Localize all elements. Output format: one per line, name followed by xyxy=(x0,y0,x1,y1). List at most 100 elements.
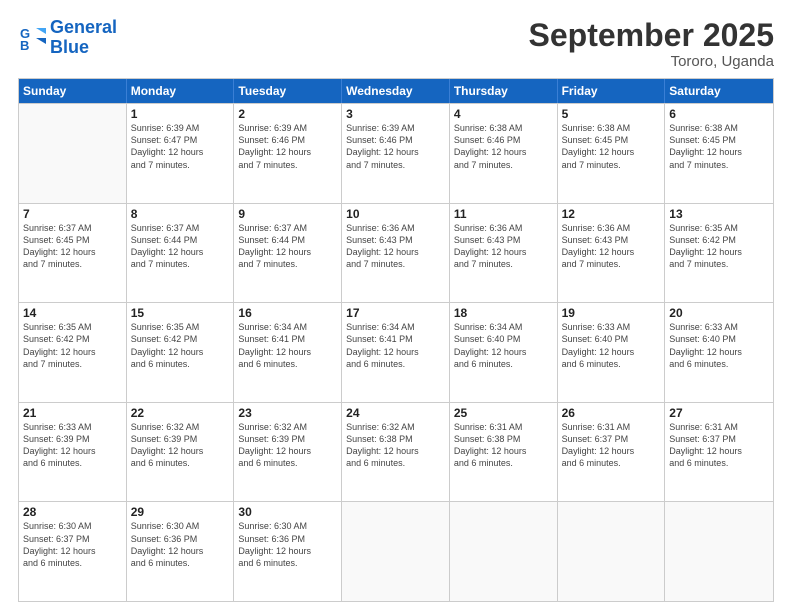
day-info: Sunrise: 6:34 AM Sunset: 6:41 PM Dayligh… xyxy=(346,321,445,370)
cal-cell-1-4: 3Sunrise: 6:39 AM Sunset: 6:46 PM Daylig… xyxy=(342,104,450,203)
day-number: 27 xyxy=(669,406,769,420)
logo-line1: General xyxy=(50,17,117,37)
day-info: Sunrise: 6:36 AM Sunset: 6:43 PM Dayligh… xyxy=(454,222,553,271)
cal-cell-3-6: 19Sunrise: 6:33 AM Sunset: 6:40 PM Dayli… xyxy=(558,303,666,402)
day-number: 10 xyxy=(346,207,445,221)
cal-cell-1-3: 2Sunrise: 6:39 AM Sunset: 6:46 PM Daylig… xyxy=(234,104,342,203)
cal-cell-3-7: 20Sunrise: 6:33 AM Sunset: 6:40 PM Dayli… xyxy=(665,303,773,402)
day-info: Sunrise: 6:33 AM Sunset: 6:39 PM Dayligh… xyxy=(23,421,122,470)
day-number: 7 xyxy=(23,207,122,221)
day-number: 15 xyxy=(131,306,230,320)
day-info: Sunrise: 6:39 AM Sunset: 6:46 PM Dayligh… xyxy=(238,122,337,171)
header-day-wednesday: Wednesday xyxy=(342,79,450,103)
header-day-monday: Monday xyxy=(127,79,235,103)
location: Tororo, Uganda xyxy=(529,53,774,70)
day-number: 9 xyxy=(238,207,337,221)
cal-cell-4-5: 25Sunrise: 6:31 AM Sunset: 6:38 PM Dayli… xyxy=(450,403,558,502)
day-number: 11 xyxy=(454,207,553,221)
cal-cell-2-5: 11Sunrise: 6:36 AM Sunset: 6:43 PM Dayli… xyxy=(450,204,558,303)
day-number: 19 xyxy=(562,306,661,320)
logo-icon: G B xyxy=(18,24,46,52)
cal-cell-4-3: 23Sunrise: 6:32 AM Sunset: 6:39 PM Dayli… xyxy=(234,403,342,502)
title-block: September 2025 Tororo, Uganda xyxy=(529,18,774,70)
day-info: Sunrise: 6:31 AM Sunset: 6:37 PM Dayligh… xyxy=(562,421,661,470)
cal-cell-5-6 xyxy=(558,502,666,601)
day-number: 18 xyxy=(454,306,553,320)
cal-cell-5-4 xyxy=(342,502,450,601)
day-number: 16 xyxy=(238,306,337,320)
header-day-sunday: Sunday xyxy=(19,79,127,103)
day-info: Sunrise: 6:33 AM Sunset: 6:40 PM Dayligh… xyxy=(669,321,769,370)
week-row-4: 21Sunrise: 6:33 AM Sunset: 6:39 PM Dayli… xyxy=(19,402,773,502)
cal-cell-4-2: 22Sunrise: 6:32 AM Sunset: 6:39 PM Dayli… xyxy=(127,403,235,502)
calendar-header: SundayMondayTuesdayWednesdayThursdayFrid… xyxy=(19,79,773,103)
cal-cell-1-7: 6Sunrise: 6:38 AM Sunset: 6:45 PM Daylig… xyxy=(665,104,773,203)
cal-cell-1-1 xyxy=(19,104,127,203)
calendar-page: G B General Blue September 2025 Tororo, … xyxy=(0,0,792,612)
day-number: 5 xyxy=(562,107,661,121)
cal-cell-3-5: 18Sunrise: 6:34 AM Sunset: 6:40 PM Dayli… xyxy=(450,303,558,402)
day-info: Sunrise: 6:35 AM Sunset: 6:42 PM Dayligh… xyxy=(131,321,230,370)
day-info: Sunrise: 6:31 AM Sunset: 6:37 PM Dayligh… xyxy=(669,421,769,470)
day-number: 14 xyxy=(23,306,122,320)
day-number: 13 xyxy=(669,207,769,221)
cal-cell-2-3: 9Sunrise: 6:37 AM Sunset: 6:44 PM Daylig… xyxy=(234,204,342,303)
day-number: 25 xyxy=(454,406,553,420)
day-number: 21 xyxy=(23,406,122,420)
cal-cell-3-1: 14Sunrise: 6:35 AM Sunset: 6:42 PM Dayli… xyxy=(19,303,127,402)
day-number: 8 xyxy=(131,207,230,221)
day-info: Sunrise: 6:37 AM Sunset: 6:44 PM Dayligh… xyxy=(238,222,337,271)
day-number: 23 xyxy=(238,406,337,420)
day-number: 4 xyxy=(454,107,553,121)
day-info: Sunrise: 6:36 AM Sunset: 6:43 PM Dayligh… xyxy=(346,222,445,271)
cal-cell-3-3: 16Sunrise: 6:34 AM Sunset: 6:41 PM Dayli… xyxy=(234,303,342,402)
cal-cell-5-7 xyxy=(665,502,773,601)
cal-cell-2-4: 10Sunrise: 6:36 AM Sunset: 6:43 PM Dayli… xyxy=(342,204,450,303)
day-info: Sunrise: 6:37 AM Sunset: 6:45 PM Dayligh… xyxy=(23,222,122,271)
day-info: Sunrise: 6:34 AM Sunset: 6:41 PM Dayligh… xyxy=(238,321,337,370)
day-number: 24 xyxy=(346,406,445,420)
header: G B General Blue September 2025 Tororo, … xyxy=(18,18,774,70)
day-info: Sunrise: 6:38 AM Sunset: 6:45 PM Dayligh… xyxy=(669,122,769,171)
day-info: Sunrise: 6:33 AM Sunset: 6:40 PM Dayligh… xyxy=(562,321,661,370)
day-info: Sunrise: 6:30 AM Sunset: 6:36 PM Dayligh… xyxy=(238,520,337,569)
week-row-1: 1Sunrise: 6:39 AM Sunset: 6:47 PM Daylig… xyxy=(19,103,773,203)
day-info: Sunrise: 6:38 AM Sunset: 6:45 PM Dayligh… xyxy=(562,122,661,171)
week-row-5: 28Sunrise: 6:30 AM Sunset: 6:37 PM Dayli… xyxy=(19,501,773,601)
calendar: SundayMondayTuesdayWednesdayThursdayFrid… xyxy=(18,78,774,602)
svg-text:B: B xyxy=(20,38,29,52)
main-title: September 2025 xyxy=(529,18,774,53)
cal-cell-2-1: 7Sunrise: 6:37 AM Sunset: 6:45 PM Daylig… xyxy=(19,204,127,303)
cal-cell-2-2: 8Sunrise: 6:37 AM Sunset: 6:44 PM Daylig… xyxy=(127,204,235,303)
header-day-friday: Friday xyxy=(558,79,666,103)
day-number: 26 xyxy=(562,406,661,420)
cal-cell-2-6: 12Sunrise: 6:36 AM Sunset: 6:43 PM Dayli… xyxy=(558,204,666,303)
day-number: 28 xyxy=(23,505,122,519)
cal-cell-4-1: 21Sunrise: 6:33 AM Sunset: 6:39 PM Dayli… xyxy=(19,403,127,502)
cal-cell-1-5: 4Sunrise: 6:38 AM Sunset: 6:46 PM Daylig… xyxy=(450,104,558,203)
day-number: 3 xyxy=(346,107,445,121)
day-info: Sunrise: 6:30 AM Sunset: 6:36 PM Dayligh… xyxy=(131,520,230,569)
cal-cell-4-4: 24Sunrise: 6:32 AM Sunset: 6:38 PM Dayli… xyxy=(342,403,450,502)
day-number: 17 xyxy=(346,306,445,320)
cal-cell-4-6: 26Sunrise: 6:31 AM Sunset: 6:37 PM Dayli… xyxy=(558,403,666,502)
cal-cell-4-7: 27Sunrise: 6:31 AM Sunset: 6:37 PM Dayli… xyxy=(665,403,773,502)
day-info: Sunrise: 6:30 AM Sunset: 6:37 PM Dayligh… xyxy=(23,520,122,569)
day-number: 6 xyxy=(669,107,769,121)
cal-cell-5-3: 30Sunrise: 6:30 AM Sunset: 6:36 PM Dayli… xyxy=(234,502,342,601)
day-info: Sunrise: 6:39 AM Sunset: 6:46 PM Dayligh… xyxy=(346,122,445,171)
cal-cell-2-7: 13Sunrise: 6:35 AM Sunset: 6:42 PM Dayli… xyxy=(665,204,773,303)
cal-cell-5-1: 28Sunrise: 6:30 AM Sunset: 6:37 PM Dayli… xyxy=(19,502,127,601)
day-number: 1 xyxy=(131,107,230,121)
cal-cell-5-2: 29Sunrise: 6:30 AM Sunset: 6:36 PM Dayli… xyxy=(127,502,235,601)
day-info: Sunrise: 6:35 AM Sunset: 6:42 PM Dayligh… xyxy=(23,321,122,370)
day-info: Sunrise: 6:38 AM Sunset: 6:46 PM Dayligh… xyxy=(454,122,553,171)
week-row-2: 7Sunrise: 6:37 AM Sunset: 6:45 PM Daylig… xyxy=(19,203,773,303)
cal-cell-3-4: 17Sunrise: 6:34 AM Sunset: 6:41 PM Dayli… xyxy=(342,303,450,402)
cal-cell-3-2: 15Sunrise: 6:35 AM Sunset: 6:42 PM Dayli… xyxy=(127,303,235,402)
week-row-3: 14Sunrise: 6:35 AM Sunset: 6:42 PM Dayli… xyxy=(19,302,773,402)
cal-cell-1-2: 1Sunrise: 6:39 AM Sunset: 6:47 PM Daylig… xyxy=(127,104,235,203)
cal-cell-5-5 xyxy=(450,502,558,601)
day-info: Sunrise: 6:36 AM Sunset: 6:43 PM Dayligh… xyxy=(562,222,661,271)
day-number: 2 xyxy=(238,107,337,121)
